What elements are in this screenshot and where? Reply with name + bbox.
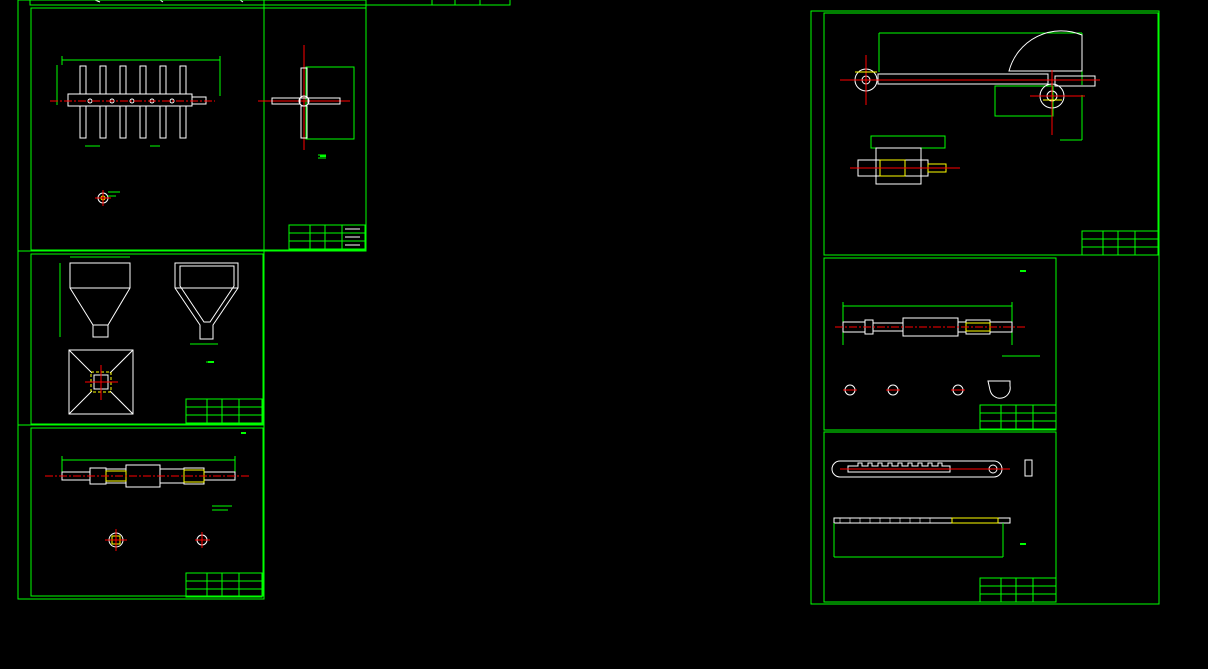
cad-canvas[interactable] <box>0 0 1208 665</box>
cad-viewport[interactable] <box>0 0 1208 665</box>
